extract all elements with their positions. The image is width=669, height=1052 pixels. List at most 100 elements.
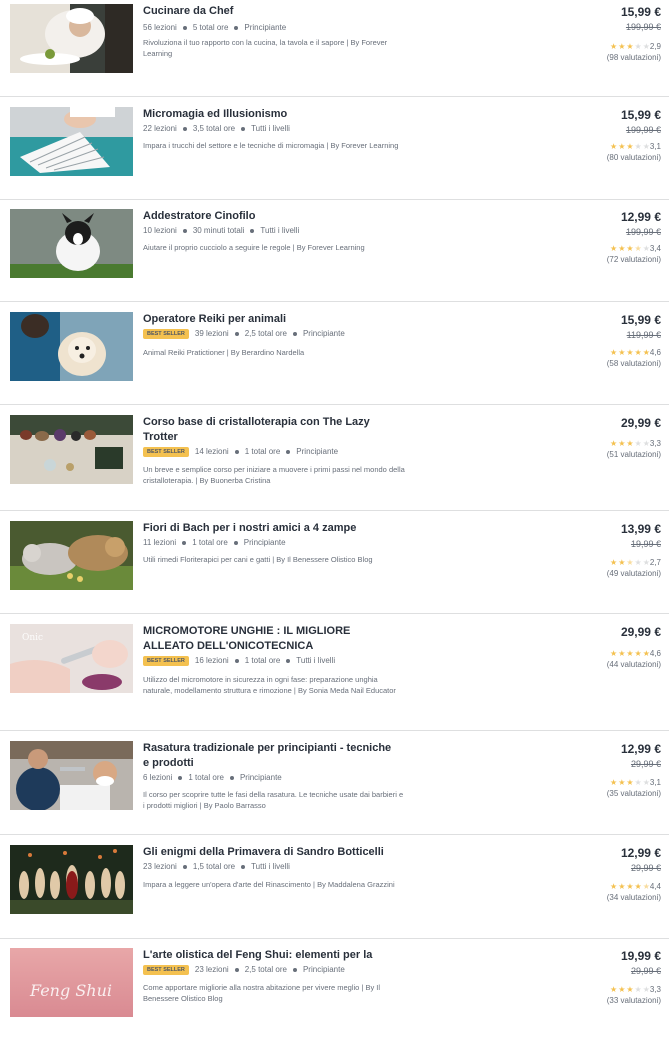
course-card[interactable]: Gli enigmi della Primavera di Sandro Bot… [0,845,669,949]
rating: ★ ★ ★ ★ ★ 4,6 (58 valutazioni) [607,347,661,369]
course-title[interactable]: Gli enigmi della Primavera di Sandro Bot… [143,845,398,860]
rating: ★ ★ ★ ★ ★ 3,4 (72 valutazioni) [607,243,661,265]
rating-value: 3,3 [649,985,661,994]
course-thumbnail-dog[interactable] [10,209,133,278]
course-thumbnail-bach[interactable] [10,521,133,590]
star-icon: ★ [642,649,650,658]
rating-value: 3,1 [649,142,661,151]
course-card[interactable]: Micromagia ed Illusionismo 22 lezioni 3,5… [0,107,669,211]
level: Tutti i livelli [260,226,300,235]
star-icon: ★ [610,142,618,151]
lectures-count: 14 lezioni [194,447,229,456]
current-price: 29,99 € [620,416,661,430]
divider [0,613,669,614]
duration: 30 minuti totali [192,226,245,235]
separator-dot [234,968,239,972]
original-price: 199,99 € [625,227,661,237]
course-description: Utilizzo del micromotore in sicurezza in… [143,675,396,695]
original-price: 29,99 € [630,759,661,769]
star-icon: ★ [610,558,618,567]
course-meta: 11 lezioni 1 total ore Principiante [143,537,286,549]
separator-dot [292,332,297,336]
current-price: 19,99 € [620,949,661,963]
separator-dot [234,26,239,30]
course-card[interactable]: Feng Shui L'arte olistica del Feng Shui:… [0,948,669,1052]
star-icon: ★ [618,42,626,51]
course-title[interactable]: Corso base di cristalloterapia con The L… [143,415,398,445]
course-card[interactable]: Fiori di Bach per i nostri amici a 4 zam… [0,521,669,625]
bestseller-badge: BEST SELLER [143,965,189,975]
course-thumbnail-fengshui[interactable]: Feng Shui [10,948,133,1017]
level: Principiante [296,447,339,456]
duration: 3,5 total ore [192,124,236,133]
original-price: 29,99 € [630,966,661,976]
star-icon: ★ [626,985,634,994]
course-meta: BEST SELLER 23 lezioni 2,5 total ore Princi… [143,964,345,976]
separator-dot [250,229,255,233]
star-icon: ★ [642,778,650,787]
separator-dot [182,26,187,30]
separator-dot [286,659,291,663]
course-title[interactable]: Operatore Reiki per animali [143,312,398,327]
duration: 1 total ore [244,656,281,665]
duration: 5 total ore [192,23,229,32]
course-description: Il corso per scoprire tutte le fasi dell… [143,790,404,810]
course-card[interactable]: Cucinare da Chef 56 lezioni 5 total ore Pr… [0,4,669,108]
course-thumbnail-botticelli[interactable] [10,845,133,914]
course-thumbnail-chef[interactable] [10,4,133,73]
star-icon: ★ [610,439,618,448]
star-icon: ★ [618,778,626,787]
star-icon: ★ [642,348,650,357]
level: Principiante [302,965,345,974]
course-meta: BEST SELLER 14 lezioni 1 total ore Principi… [143,446,338,458]
duration: 1 total ore [192,538,228,547]
star-icon: ★ [642,882,650,891]
course-card[interactable]: Corso base di cristalloterapia con The L… [0,415,669,519]
lectures-count: 10 lezioni [143,226,177,235]
original-price: 199,99 € [625,125,661,135]
divider [0,199,669,200]
star-rating: ★ ★ ★ ★ ★ [609,440,650,448]
duration: 1 total ore [188,773,224,782]
course-thumbnail-shaving[interactable] [10,741,133,810]
star-icon: ★ [634,649,642,658]
original-price: 29,99 € [630,863,661,873]
course-title[interactable]: Cucinare da Chef [143,4,398,19]
course-title[interactable]: MICROMOTORE UNGHIE : IL MIGLIORE ALLEATO… [143,624,398,654]
course-card[interactable]: Addestratore Cinofilo 10 lezioni 30 minut… [0,209,669,313]
course-title[interactable]: Micromagia ed Illusionismo [143,107,398,122]
course-thumbnail-reiki[interactable] [10,312,133,381]
course-thumbnail-magic[interactable] [10,107,133,176]
divider [0,510,669,511]
star-rating: ★ ★ ★ ★ ★ [609,43,650,51]
course-thumbnail-nails[interactable]: Onic [10,624,133,693]
lectures-count: 22 lezioni [143,124,177,133]
course-card[interactable]: Rasatura tradizionale per principianti -… [0,741,669,845]
star-icon: ★ [642,142,650,151]
course-title[interactable]: Rasatura tradizionale per principianti -… [143,741,398,771]
duration: 2,5 total ore [244,329,287,338]
star-icon: ★ [610,42,618,51]
duration: 1,5 total ore [192,862,236,871]
rating-value: 4,6 [649,649,661,658]
course-meta: 6 lezioni 1 total ore Principiante [143,772,282,784]
review-count: (72 valutazioni) [606,255,661,264]
star-icon: ★ [626,42,634,51]
current-price: 13,99 € [620,522,661,536]
separator-dot [234,332,239,336]
star-rating: ★ ★ ★ ★ ★ [609,245,650,253]
course-card[interactable]: Onic MICROMOTORE UNGHIE : IL MIGLIORE AL… [0,624,669,728]
separator-dot [182,229,187,233]
rating-value: 3,3 [649,439,661,448]
course-thumbnail-crystals[interactable] [10,415,133,484]
course-description: Animal Reiki Pratictioner | By Berardino… [143,348,305,357]
course-meta: 10 lezioni 30 minuti totali Tutti i livell… [143,225,299,237]
divider [0,938,669,939]
original-price: 119,99 € [626,330,661,340]
course-title[interactable]: Addestratore Cinofilo [143,209,398,224]
star-icon: ★ [610,882,618,891]
course-card[interactable]: Operatore Reiki per animali BEST SELLER 3… [0,312,669,416]
review-count: (98 valutazioni) [606,53,661,62]
rating: ★ ★ ★ ★ ★ 3,3 (33 valutazioni) [607,984,661,1006]
course-title[interactable]: Fiori di Bach per i nostri amici a 4 zam… [143,521,398,536]
